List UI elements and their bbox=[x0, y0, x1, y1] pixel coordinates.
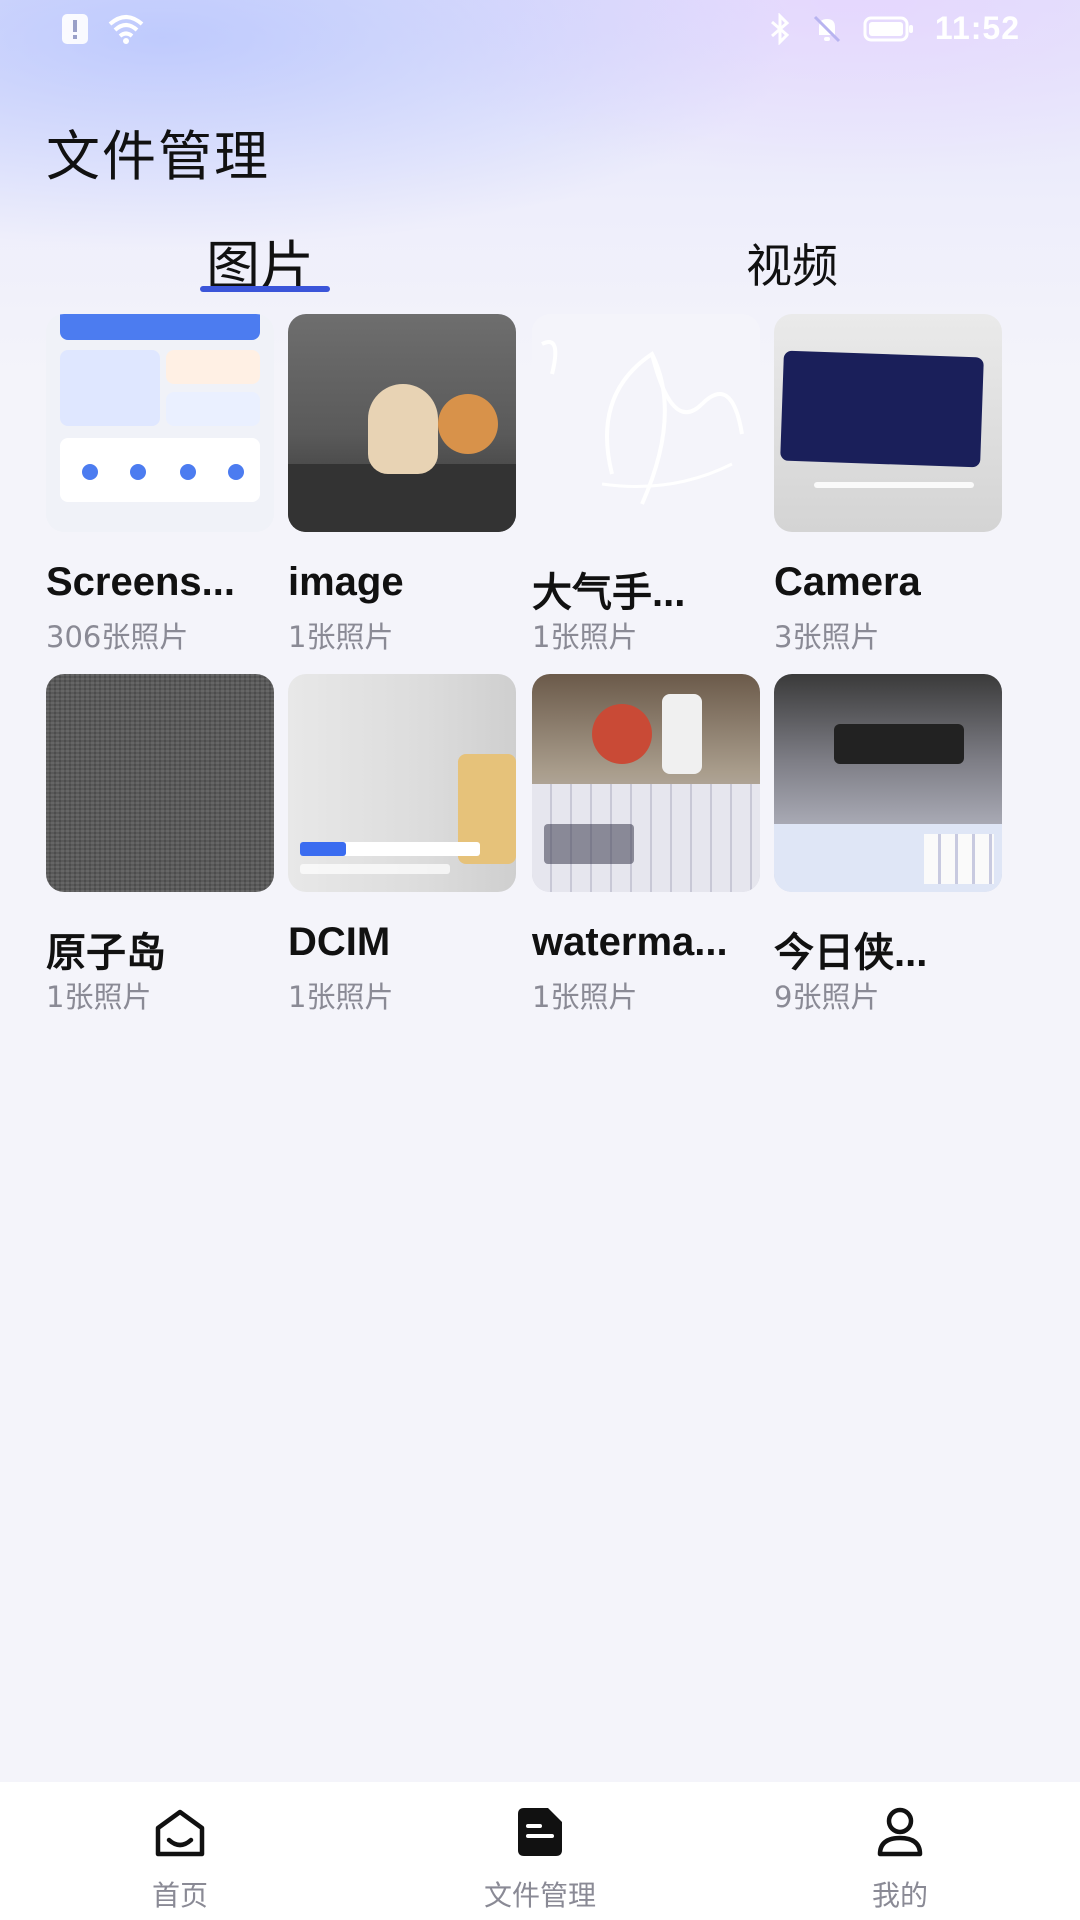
album-thumbnail bbox=[46, 314, 274, 532]
status-bar-left bbox=[60, 12, 146, 46]
nav-label-home: 首页 bbox=[151, 1879, 208, 1912]
album-item-screenshots[interactable]: Screens... 306张照片 bbox=[46, 314, 274, 654]
album-count: 1张照片 bbox=[46, 980, 152, 1014]
tab-videos[interactable]: 视频 bbox=[746, 230, 838, 296]
album-name: Screens... bbox=[46, 560, 236, 604]
album-count: 306张照片 bbox=[46, 620, 189, 654]
album-thumbnail bbox=[774, 674, 1002, 892]
album-count: 3张照片 bbox=[774, 620, 880, 654]
bottom-nav: 首页 文件管理 我的 bbox=[0, 1782, 1080, 1920]
album-count: 1张照片 bbox=[532, 980, 638, 1014]
page-title: 文件管理 bbox=[46, 125, 270, 188]
status-time: 11:52 bbox=[934, 10, 1020, 46]
home-icon bbox=[152, 1804, 208, 1860]
album-thumbnail bbox=[532, 314, 760, 532]
album-item-image[interactable]: image 1张照片 bbox=[288, 314, 516, 654]
album-name: image bbox=[288, 560, 404, 604]
album-item-sketch[interactable]: 大气手... 1张照片 bbox=[532, 314, 760, 654]
album-name: DCIM bbox=[288, 920, 391, 964]
mute-icon bbox=[811, 13, 843, 45]
battery-icon bbox=[863, 15, 915, 43]
status-bar: 11:52 bbox=[0, 0, 1080, 56]
album-item-today[interactable]: 今日侠... 9张照片 bbox=[774, 674, 1002, 1014]
album-count: 9张照片 bbox=[774, 980, 880, 1014]
album-name: 原子岛 bbox=[46, 931, 166, 975]
nav-item-home[interactable]: 首页 bbox=[80, 1782, 280, 1920]
alert-icon bbox=[60, 12, 90, 46]
album-item-camera[interactable]: Camera 3张照片 bbox=[774, 314, 1002, 654]
album-item-watermark[interactable]: waterma... 1张照片 bbox=[532, 674, 760, 1014]
album-name: Camera bbox=[774, 560, 921, 604]
album-count: 1张照片 bbox=[288, 620, 394, 654]
nav-item-files[interactable]: 文件管理 bbox=[440, 1782, 640, 1920]
album-count: 1张照片 bbox=[532, 620, 638, 654]
album-name: waterma... bbox=[532, 920, 728, 964]
document-icon bbox=[512, 1804, 568, 1860]
tab-active-indicator bbox=[200, 286, 330, 292]
album-name: 今日侠... bbox=[774, 931, 928, 975]
album-thumbnail bbox=[774, 314, 1002, 532]
album-count: 1张照片 bbox=[288, 980, 394, 1014]
album-item-atom-island[interactable]: 原子岛 1张照片 bbox=[46, 674, 274, 1014]
person-icon bbox=[872, 1804, 928, 1860]
album-thumbnail bbox=[532, 674, 760, 892]
album-name: 大气手... bbox=[532, 571, 686, 615]
status-bar-right: 11:52 bbox=[769, 10, 1020, 47]
album-thumbnail bbox=[288, 674, 516, 892]
nav-label-files: 文件管理 bbox=[483, 1879, 596, 1912]
album-thumbnail bbox=[46, 674, 274, 892]
nav-label-mine: 我的 bbox=[871, 1879, 928, 1912]
album-thumbnail bbox=[288, 314, 516, 532]
nav-item-mine[interactable]: 我的 bbox=[800, 1782, 1000, 1920]
bluetooth-icon bbox=[769, 12, 791, 45]
wifi-icon bbox=[106, 14, 146, 44]
album-item-dcim[interactable]: DCIM 1张照片 bbox=[288, 674, 516, 1014]
